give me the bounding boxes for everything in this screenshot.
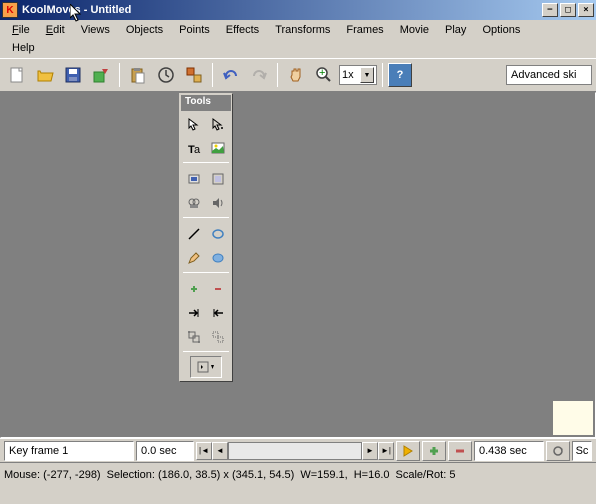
menu-transforms[interactable]: Transforms: [267, 22, 338, 38]
tools-panel-title: Tools: [181, 95, 231, 111]
timeline-slider[interactable]: [228, 442, 362, 460]
status-scale: Scale/Rot: 5: [396, 469, 456, 481]
svg-text:+: +: [319, 67, 325, 79]
shape-tool[interactable]: [207, 247, 229, 269]
app-icon: K: [2, 2, 18, 18]
menu-effects[interactable]: Effects: [218, 22, 267, 38]
ungroup-tool[interactable]: [207, 326, 229, 348]
menu-file[interactable]: File: [4, 22, 38, 38]
image-tool[interactable]: [207, 137, 229, 159]
total-time-label: 0.438 sec: [474, 441, 544, 461]
arrow-left-tool[interactable]: [207, 302, 229, 324]
loop-button[interactable]: [546, 441, 570, 461]
menu-movie[interactable]: Movie: [392, 22, 437, 38]
window-title: KoolMoves - Untitled: [22, 4, 540, 16]
menu-edit[interactable]: Edit: [38, 22, 73, 38]
status-mouse: Mouse: (-277, -298): [4, 469, 101, 481]
subselect-tool[interactable]: [207, 113, 229, 135]
delete-point-tool[interactable]: [207, 278, 229, 300]
svg-text:a: a: [194, 144, 201, 155]
zoom-select[interactable]: 1x▼: [339, 65, 377, 85]
menu-play[interactable]: Play: [437, 22, 474, 38]
menu-objects[interactable]: Objects: [118, 22, 171, 38]
hand-button[interactable]: [283, 62, 309, 88]
group-tool[interactable]: [183, 326, 205, 348]
close-button[interactable]: ×: [578, 3, 594, 17]
skill-level-label[interactable]: Advanced ski: [506, 65, 592, 85]
add-point-tool[interactable]: [183, 278, 205, 300]
pen-tool[interactable]: [183, 247, 205, 269]
component-tool[interactable]: [183, 168, 205, 190]
new-button[interactable]: [4, 62, 30, 88]
menu-options[interactable]: Options: [474, 22, 528, 38]
menu-frames[interactable]: Frames: [338, 22, 391, 38]
selection-tool[interactable]: [183, 113, 205, 135]
open-button[interactable]: [32, 62, 58, 88]
ellipse-tool[interactable]: [207, 223, 229, 245]
menu-views[interactable]: Views: [73, 22, 118, 38]
export-button[interactable]: [88, 62, 114, 88]
remove-frame-button[interactable]: [448, 441, 472, 461]
first-frame-button[interactable]: |◄: [196, 442, 212, 460]
keyframe-label[interactable]: Key frame 1: [4, 441, 134, 461]
library-tool[interactable]: [207, 168, 229, 190]
tools-panel[interactable]: Tools Ta: [179, 93, 233, 382]
last-frame-button[interactable]: ►|: [378, 442, 394, 460]
next-frame-button[interactable]: ►: [362, 442, 378, 460]
line-tool[interactable]: [183, 223, 205, 245]
sound-tool[interactable]: [207, 192, 229, 214]
paste-button[interactable]: [125, 62, 151, 88]
prev-frame-button[interactable]: ◄: [212, 442, 228, 460]
undo-button[interactable]: [218, 62, 244, 88]
maximize-button[interactable]: □: [560, 3, 576, 17]
help-button[interactable]: ?: [388, 63, 412, 87]
options-tool[interactable]: [190, 356, 222, 378]
minimize-button[interactable]: −: [542, 3, 558, 17]
zoom-button[interactable]: +: [311, 62, 337, 88]
movieclip-tool[interactable]: [183, 192, 205, 214]
status-width: W=159.1,: [300, 469, 347, 481]
play-button[interactable]: [396, 441, 420, 461]
layers-button[interactable]: [181, 62, 207, 88]
time-label: 0.0 sec: [136, 441, 194, 461]
canvas-area[interactable]: Tools Ta: [0, 92, 596, 438]
status-selection: Selection: (186.0, 38.5) x (345.1, 54.5): [107, 469, 295, 481]
chevron-down-icon[interactable]: ▼: [360, 67, 374, 83]
canvas-page: [553, 401, 593, 435]
menu-points[interactable]: Points: [171, 22, 218, 38]
scene-label[interactable]: Sc: [572, 441, 592, 461]
text-tool[interactable]: Ta: [183, 137, 205, 159]
add-frame-button[interactable]: [422, 441, 446, 461]
save-button[interactable]: [60, 62, 86, 88]
menu-help[interactable]: Help: [4, 40, 43, 56]
arrow-right-tool[interactable]: [183, 302, 205, 324]
status-height: H=16.0: [354, 469, 390, 481]
history-button[interactable]: [153, 62, 179, 88]
redo-button[interactable]: [246, 62, 272, 88]
